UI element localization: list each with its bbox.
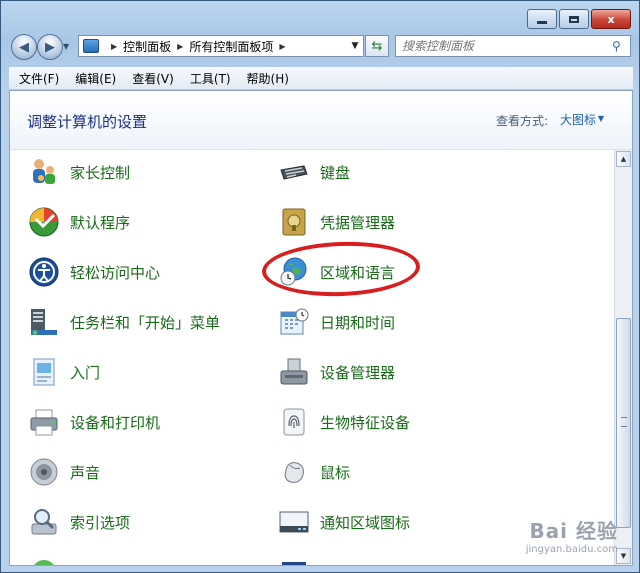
notification-area-icon	[279, 511, 309, 533]
item-label: 生物特征设备	[320, 413, 411, 432]
maximize-button[interactable]	[559, 9, 589, 29]
maximize-icon	[569, 15, 579, 23]
search-box[interactable]: ⚲	[395, 35, 631, 57]
scroll-up-button[interactable]: ▲	[616, 151, 631, 167]
watermark-title: Bai 经验	[529, 519, 618, 543]
item-parental-controls[interactable]: 家长控制	[28, 152, 130, 192]
control-panel-window: x ◀ ▶ ▼ ▶ 控制面板 ▶ 所有控制面板项 ▶ ▼ ⇆ ⚲ 文件(F) 编…	[0, 0, 640, 573]
speaker-icon	[30, 458, 58, 486]
taskbar-icon	[31, 309, 57, 335]
item-devices-printers[interactable]: 设备和打印机	[28, 402, 160, 442]
navigation-bar: ◀ ▶ ▼ ▶ 控制面板 ▶ 所有控制面板项 ▶ ▼ ⇆ ⚲	[9, 34, 633, 60]
item-label: 家长控制	[70, 163, 131, 182]
forward-button[interactable]: ▶	[37, 34, 63, 60]
scroll-grip-icon	[621, 417, 627, 427]
partial-green-icon	[34, 560, 54, 565]
item-region-language[interactable]: 区域和语言	[278, 252, 395, 292]
item-label: 通知区域图标	[320, 513, 411, 532]
content-pane: 调整计算机的设置 查看方式: 大图标 ▼ 家长控制 默认程序 轻松访问中心 任务…	[9, 90, 633, 566]
item-label: 鼠标	[320, 463, 351, 482]
item-label: 区域和语言	[320, 263, 396, 282]
item-label: 凭据管理器	[320, 213, 396, 232]
view-by-label: 查看方式:	[495, 114, 548, 128]
breadcrumb-separator-icon[interactable]: ▶	[177, 42, 183, 51]
item-label: 任务栏和「开始」菜单	[70, 313, 221, 332]
item-date-time[interactable]: 日期和时间	[278, 302, 395, 342]
history-dropdown-icon[interactable]: ▼	[63, 42, 69, 51]
view-by-selector[interactable]: 大图标	[560, 111, 596, 128]
back-button[interactable]: ◀	[11, 34, 37, 60]
refresh-button[interactable]: ⇆	[365, 35, 389, 57]
item-keyboard[interactable]: 键盘	[278, 152, 350, 192]
item-label: 索引选项	[70, 513, 131, 532]
indexing-icon	[31, 509, 57, 535]
breadcrumb-control-panel[interactable]: 控制面板	[123, 38, 171, 55]
menu-bar: 文件(F) 编辑(E) 查看(V) 工具(T) 帮助(H)	[9, 67, 633, 90]
vertical-scrollbar[interactable]: ▲ ▼	[614, 150, 632, 565]
parental-controls-icon	[33, 159, 55, 184]
baidu-watermark: Bai 经验 jingyan.baidu.com	[526, 515, 618, 555]
mouse-icon	[284, 462, 304, 483]
close-button[interactable]: x	[591, 9, 631, 29]
fingerprint-icon	[283, 408, 305, 436]
scroll-thumb[interactable]	[616, 318, 631, 528]
breadcrumb-separator-icon[interactable]: ▶	[279, 42, 285, 51]
breadcrumb-all-items[interactable]: 所有控制面板项	[189, 38, 273, 55]
menu-file[interactable]: 文件(F)	[9, 70, 65, 87]
close-icon: x	[607, 12, 615, 26]
menu-help[interactable]: 帮助(H)	[237, 70, 295, 87]
item-taskbar-start-menu[interactable]: 任务栏和「开始」菜单	[28, 302, 220, 342]
refresh-icon: ⇆	[371, 38, 383, 54]
view-dropdown-icon[interactable]: ▼	[598, 114, 604, 123]
item-label: 入门	[70, 363, 101, 382]
window-controls: x	[527, 9, 631, 29]
item-indexing-options[interactable]: 索引选项	[28, 502, 130, 542]
getting-started-icon	[33, 358, 55, 386]
calendar-clock-icon	[280, 308, 309, 335]
vault-icon	[282, 208, 306, 236]
item-getting-started[interactable]: 入门	[28, 352, 100, 392]
menu-edit[interactable]: 编辑(E)	[65, 70, 122, 87]
item-credential-manager[interactable]: 凭据管理器	[278, 202, 395, 242]
item-label: 设备管理器	[320, 363, 396, 382]
item-sound[interactable]: 声音	[28, 452, 100, 492]
scroll-down-button[interactable]: ▼	[616, 548, 631, 564]
search-input[interactable]	[396, 38, 612, 54]
item-partial-left[interactable]	[28, 552, 60, 565]
item-label: 键盘	[320, 163, 351, 182]
item-biometric-devices[interactable]: 生物特征设备	[278, 402, 410, 442]
keyboard-icon	[280, 165, 308, 180]
device-manager-icon	[280, 358, 308, 385]
back-arrow-icon: ◀	[19, 39, 29, 55]
partial-blue-icon	[282, 562, 306, 565]
watermark-url: jingyan.baidu.com	[525, 544, 618, 555]
menu-tools[interactable]: 工具(T)	[180, 70, 237, 87]
item-partial-right[interactable]	[278, 552, 310, 565]
page-title: 调整计算机的设置	[27, 113, 148, 131]
address-dropdown-icon[interactable]: ▼	[347, 41, 363, 51]
printer-icon	[30, 409, 58, 436]
item-default-programs[interactable]: 默认程序	[28, 202, 130, 242]
content-header: 调整计算机的设置 查看方式: 大图标 ▼	[10, 91, 632, 150]
item-ease-of-access[interactable]: 轻松访问中心	[28, 252, 160, 292]
item-label: 日期和时间	[320, 313, 396, 332]
item-mouse[interactable]: 鼠标	[278, 452, 350, 492]
item-label: 设备和打印机	[70, 413, 161, 432]
item-device-manager[interactable]: 设备管理器	[278, 352, 395, 392]
item-label: 默认程序	[70, 213, 131, 232]
menu-view[interactable]: 查看(V)	[122, 70, 180, 87]
minimize-button[interactable]	[527, 9, 557, 29]
search-icon[interactable]: ⚲	[612, 39, 630, 53]
globe-clock-icon	[280, 257, 307, 286]
breadcrumb-separator-icon[interactable]: ▶	[111, 42, 117, 51]
ease-of-access-icon	[29, 257, 59, 287]
item-label: 轻松访问中心	[70, 263, 161, 282]
address-bar[interactable]: ▶ 控制面板 ▶ 所有控制面板项 ▶ ▼	[78, 35, 364, 57]
minimize-icon	[537, 20, 547, 24]
item-label: 声音	[70, 463, 101, 482]
control-panel-icon	[83, 39, 99, 53]
item-notification-area-icons[interactable]: 通知区域图标	[278, 502, 410, 542]
default-programs-icon	[29, 207, 59, 237]
forward-arrow-icon: ▶	[45, 39, 55, 55]
